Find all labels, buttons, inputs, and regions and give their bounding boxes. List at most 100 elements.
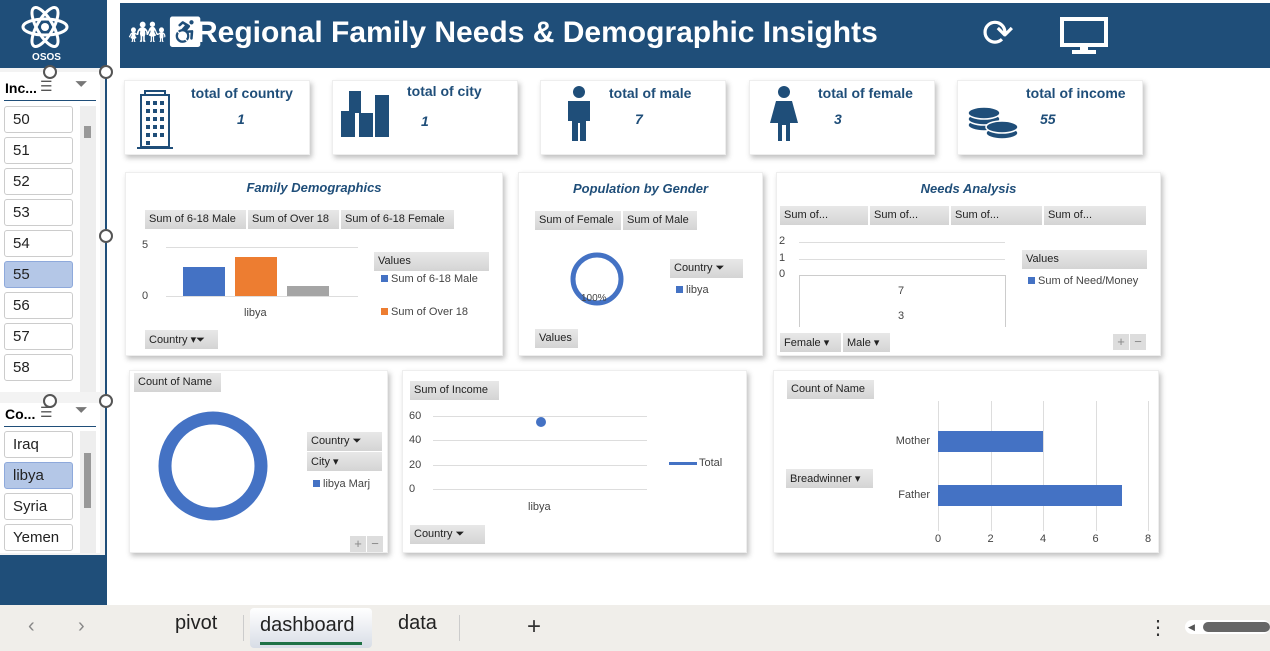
prev-sheet-icon[interactable]: ‹ <box>28 615 35 638</box>
field-button[interactable]: Sum of Male <box>623 211 698 230</box>
y-tick: 40 <box>409 434 422 446</box>
field-button[interactable]: Count of Name <box>134 373 222 392</box>
country-filter-button[interactable]: Country ⏷ <box>307 432 383 451</box>
bar-0[interactable] <box>183 266 225 296</box>
field-button[interactable]: Sum of... <box>1044 206 1147 225</box>
country-filter-button[interactable]: Country ⏷ <box>670 259 744 278</box>
legend-item: Sum of 6-18 Male <box>381 273 478 285</box>
resize-handle[interactable] <box>43 394 57 408</box>
family-icon: 👪︎♿︎ <box>128 16 205 49</box>
values-button[interactable]: Values <box>535 329 579 348</box>
refresh-icon[interactable]: ⟳ <box>982 11 1014 56</box>
field-button[interactable]: Sum of 6-18 Female <box>341 210 455 229</box>
field-button[interactable]: Sum of Female <box>535 211 622 230</box>
chart-title: Family Demographics <box>246 180 382 195</box>
kpi-value: 3 <box>834 111 842 127</box>
legend-item: Sum of Over 18 <box>381 306 468 318</box>
slicer-income[interactable]: Inc... ☰ ⏷ 50 51 52 53 54 55 56 57 58 <box>0 72 100 392</box>
population-by-gender-chart[interactable]: Population by Gender Sum of Female Sum o… <box>518 172 763 356</box>
slicer-item[interactable]: 57 <box>4 323 73 350</box>
collapse-button[interactable]: − <box>367 536 383 552</box>
divider <box>459 615 460 641</box>
field-button[interactable]: Sum of Over 18 <box>248 210 340 229</box>
slicer-item[interactable]: 54 <box>4 230 73 257</box>
slicer-country[interactable]: Co... ☰ ⏷ Iraq libya Syria Yemen <box>0 402 100 553</box>
slicer-item[interactable]: 50 <box>4 106 73 133</box>
add-sheet-button[interactable]: + <box>527 613 541 641</box>
multi-select-icon[interactable]: ☰ <box>40 78 53 95</box>
slicer-item[interactable]: libya <box>4 462 73 489</box>
y-tick: Mother <box>895 435 930 447</box>
kpi-value: 1 <box>237 111 245 127</box>
kpi-value: 7 <box>635 111 643 127</box>
bar-father[interactable] <box>938 485 1122 506</box>
country-filter-button[interactable]: Country ▾⏷ <box>145 330 219 349</box>
slicer-scrollbar[interactable] <box>80 106 96 392</box>
y-tick: 20 <box>409 459 422 471</box>
field-button[interactable]: Sum of Income <box>410 381 500 400</box>
monitor-icon[interactable] <box>1060 17 1108 55</box>
field-button[interactable]: Sum of... <box>870 206 950 225</box>
field-button[interactable]: Sum of 6-18 Male <box>145 210 247 229</box>
kpi-card: total of city 1 <box>332 80 518 155</box>
needs-analysis-chart[interactable]: Needs Analysis Sum of... Sum of... Sum o… <box>776 172 1161 356</box>
kpi-label: total of city <box>407 83 482 99</box>
kpi-card: total of male 7 <box>540 80 726 155</box>
expand-button[interactable]: + <box>350 536 366 552</box>
data-point[interactable] <box>536 417 546 428</box>
bar-mother[interactable] <box>938 431 1043 452</box>
slicer-scrollbar[interactable] <box>80 431 96 553</box>
legend-item: Sum of Need/Money <box>1028 275 1138 287</box>
breadwinner-filter-button[interactable]: Breadwinner ▾ <box>786 469 874 488</box>
kpi-card: total of country 1 <box>124 80 310 155</box>
building-icon <box>137 89 173 156</box>
slicer-item[interactable]: 58 <box>4 354 73 381</box>
slicer-item[interactable]: 53 <box>4 199 73 226</box>
clear-filter-icon[interactable]: ⏷ <box>75 402 88 420</box>
page-title: Regional Family Needs & Demographic Insi… <box>196 16 878 49</box>
bar-2[interactable] <box>287 286 329 296</box>
slicer-item[interactable]: 51 <box>4 137 73 164</box>
slicer-item[interactable]: 56 <box>4 292 73 319</box>
resize-handle[interactable] <box>99 229 113 243</box>
chart-title: Needs Analysis <box>920 181 1017 196</box>
data-label: 3 <box>898 310 905 322</box>
data-label: 7 <box>898 285 905 297</box>
breadwinner-bar-chart[interactable]: Count of Name Breadwinner ▾ 0 2 4 6 8 Mother F… <box>773 370 1159 553</box>
city-filter-button[interactable]: City ▾ <box>307 452 383 471</box>
legend-title: Values <box>374 252 490 271</box>
tab-pivot[interactable]: pivot <box>175 612 217 635</box>
clear-filter-icon[interactable]: ⏷ <box>75 76 88 94</box>
tab-data[interactable]: data <box>398 612 437 635</box>
tab-dashboard[interactable]: dashboard <box>260 614 355 637</box>
resize-handle[interactable] <box>99 394 113 408</box>
slicer-item[interactable]: 52 <box>4 168 73 195</box>
collapse-button[interactable]: − <box>1130 334 1146 350</box>
next-sheet-icon[interactable]: › <box>78 615 85 638</box>
male-filter-button[interactable]: Male ▾ <box>843 333 891 352</box>
field-button[interactable]: Sum of... <box>780 206 869 225</box>
y-tick: 0 <box>409 483 416 495</box>
sum-of-income-line-chart[interactable]: Sum of Income 60 40 20 0 libya Total Countr… <box>402 370 747 553</box>
slicer-item[interactable]: Syria <box>4 493 73 520</box>
slicer-item[interactable]: 55 <box>4 261 73 288</box>
bar-1[interactable] <box>235 256 277 296</box>
resize-handle[interactable] <box>43 65 57 79</box>
horizontal-scrollbar[interactable]: ◀ <box>1185 620 1270 634</box>
resize-handle[interactable] <box>99 65 113 79</box>
count-of-name-donut-chart[interactable]: Count of Name Country ⏷ City ▾ libya Mar… <box>129 370 388 553</box>
slicer-item[interactable]: Iraq <box>4 431 73 458</box>
expand-button[interactable]: + <box>1113 334 1129 350</box>
country-filter-button[interactable]: Country ⏷ <box>410 525 486 544</box>
slicer-item[interactable]: Yemen <box>4 524 73 551</box>
family-demographics-chart[interactable]: Family Demographics Sum of 6-18 Male Sum… <box>125 172 503 356</box>
field-button[interactable]: Sum of... <box>951 206 1043 225</box>
y-tick: 0 <box>779 268 786 280</box>
more-options-icon[interactable]: ⋮ <box>1148 615 1168 640</box>
legend-item: Total <box>669 457 722 469</box>
male-icon <box>563 85 595 146</box>
female-filter-button[interactable]: Female ▾ <box>780 333 842 352</box>
x-tick: 4 <box>1040 533 1047 545</box>
donut-slice-libya-marj[interactable] <box>156 409 270 523</box>
field-button[interactable]: Count of Name <box>787 380 875 399</box>
